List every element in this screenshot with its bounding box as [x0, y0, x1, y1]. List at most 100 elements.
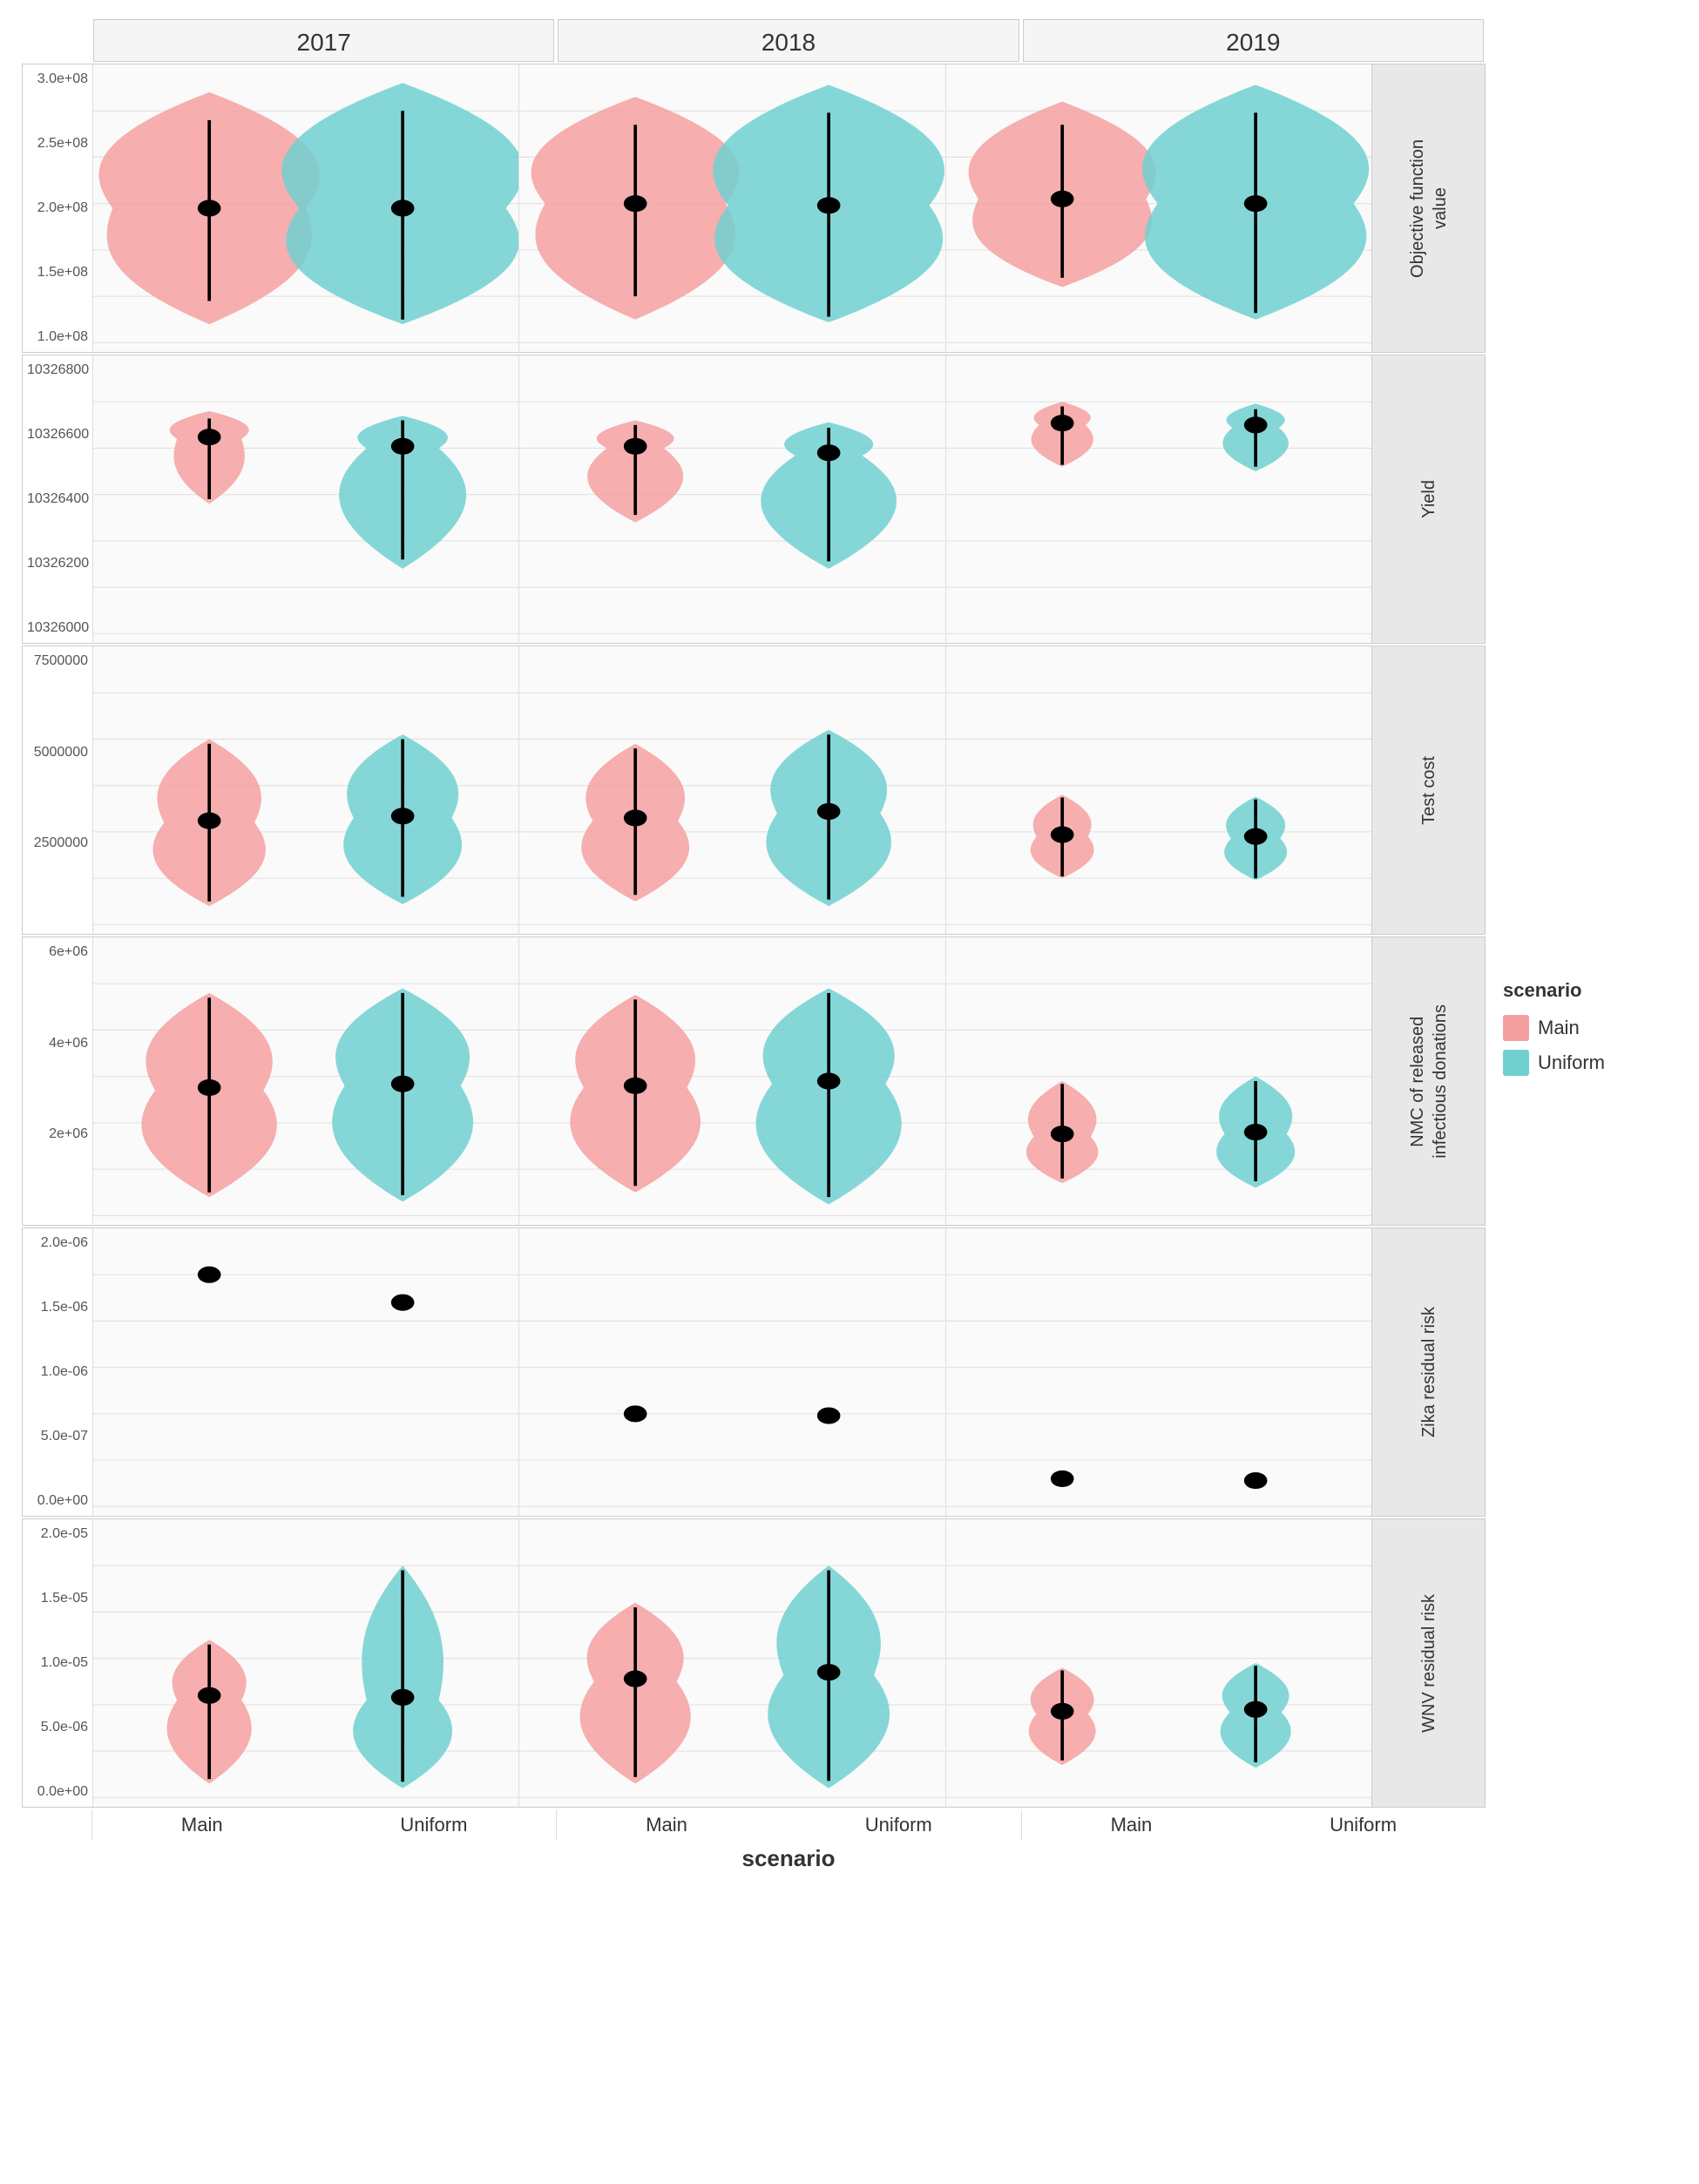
x-cell-0: MainUniform — [91, 1809, 556, 1841]
chart-row-5: 2.0e-051.5e-051.0e-055.0e-060.0e+00WNV r… — [22, 1518, 1486, 1808]
row-label-2: Test cost — [1371, 646, 1485, 934]
dot-main — [198, 199, 221, 216]
x-label: Uniform — [865, 1814, 932, 1836]
row-label-0: Objective functionvalue — [1371, 64, 1485, 352]
year-2019: 2019 — [1023, 19, 1484, 62]
legend-label-uniform: Uniform — [1538, 1051, 1605, 1074]
cells-1 — [92, 355, 1371, 643]
dot-uniform — [817, 197, 841, 213]
chart-row-2: 7500000 5000000 2500000 Test cost — [22, 646, 1486, 935]
cell-1-2 — [945, 355, 1371, 643]
legend-swatch-uniform — [1503, 1050, 1529, 1076]
cell-5-1 — [518, 1519, 944, 1807]
y-tick: 10326000 — [27, 620, 88, 636]
cell-4-0 — [92, 1228, 518, 1516]
dot-uniform — [1243, 195, 1267, 212]
dot-uniform — [817, 1072, 841, 1089]
cell-3-2 — [945, 937, 1371, 1225]
y-axis-5: 2.0e-051.5e-051.0e-055.0e-060.0e+00 — [23, 1519, 92, 1807]
cell-5-0 — [92, 1519, 518, 1807]
dot-uniform — [391, 438, 415, 455]
year-2018: 2018 — [558, 19, 1019, 62]
dot-main — [1051, 415, 1074, 431]
y-tick: 10326800 — [27, 362, 88, 378]
dot-uniform — [1243, 1472, 1267, 1489]
chart-row-3: 6e+064e+062e+06 NMC of releasedinfectious… — [22, 936, 1486, 1226]
chart-row-1: 10326800 10326600 10326400 10326200 10326000… — [22, 355, 1486, 644]
y-tick: 1.5e-05 — [27, 1591, 88, 1606]
dot-main — [624, 195, 647, 212]
legend-label-main: Main — [1538, 1017, 1580, 1039]
y-tick: 2500000 — [27, 835, 88, 851]
y-tick: 0.0e+00 — [27, 1784, 88, 1800]
legend-area: scenario Main Uniform — [1486, 192, 1677, 1872]
x-label: Uniform — [400, 1814, 467, 1836]
dot-main — [1051, 827, 1074, 843]
row-label-1: Yield — [1371, 355, 1485, 643]
cell-0-0 — [92, 64, 518, 352]
row-label-text: WNV residual risk — [1418, 1594, 1440, 1733]
dot-main — [624, 1671, 647, 1687]
y-tick: 10326200 — [27, 556, 88, 571]
dot-uniform — [817, 1407, 841, 1423]
cell-2-0 — [92, 646, 518, 934]
dot-main — [198, 1267, 221, 1283]
y-axis-0: 3.0e+082.5e+082.0e+081.5e+081.0e+08 — [23, 64, 92, 352]
cell-4-1 — [518, 1228, 944, 1516]
dot-uniform — [391, 199, 415, 216]
dot-uniform — [817, 803, 841, 820]
y-tick: 6e+06 — [27, 944, 88, 960]
row-label-3: NMC of releasedinfectious donations — [1371, 937, 1485, 1225]
dot-uniform — [1243, 416, 1267, 433]
year-2017: 2017 — [93, 19, 554, 62]
x-axis-title: scenario — [91, 1845, 1486, 1872]
y-tick: 7500000 — [27, 653, 88, 669]
cells-3 — [92, 937, 1371, 1225]
chart-row-0: 3.0e+082.5e+082.0e+081.5e+081.0e+08Objec… — [22, 64, 1486, 353]
dot-uniform — [817, 444, 841, 461]
dot-uniform — [817, 1664, 841, 1680]
row-label-text: Test cost — [1418, 756, 1440, 825]
cells-5 — [92, 1519, 1371, 1807]
y-axis-1: 10326800 10326600 10326400 10326200 10326000 — [23, 355, 92, 643]
chart-container: 2017 2018 2019 3.0e+082.5e+082.0e+081.5e… — [22, 17, 1677, 1872]
cell-3-1 — [518, 937, 944, 1225]
dot-uniform — [1243, 1701, 1267, 1718]
dot-main — [198, 429, 221, 445]
cell-2-2 — [945, 646, 1371, 934]
x-cell-1: MainUniform — [556, 1809, 1020, 1841]
y-tick: 5.0e-07 — [27, 1429, 88, 1444]
dot-main — [624, 438, 647, 455]
row-label-text: Yield — [1418, 480, 1440, 518]
cell-3-0 — [92, 937, 518, 1225]
row-label-4: Zika residual risk — [1371, 1228, 1485, 1516]
y-tick: 1.5e+08 — [27, 265, 88, 281]
legend-item-main: Main — [1503, 1015, 1660, 1041]
cell-2-1 — [518, 646, 944, 934]
y-tick: 5000000 — [27, 745, 88, 761]
y-tick: 2e+06 — [27, 1126, 88, 1142]
y-tick: 0.0e+00 — [27, 1493, 88, 1509]
cell-0-1 — [518, 64, 944, 352]
row-label-text: Objective functionvalue — [1406, 139, 1452, 278]
x-cell-2: MainUniform — [1021, 1809, 1486, 1841]
y-axis-3: 6e+064e+062e+06 — [23, 937, 92, 1225]
y-axis-4: 2.0e-061.5e-061.0e-065.0e-070.0e+00 — [23, 1228, 92, 1516]
cell-4-2 — [945, 1228, 1371, 1516]
cell-1-0 — [92, 355, 518, 643]
dot-main — [624, 1078, 647, 1094]
dot-main — [624, 1405, 647, 1422]
y-tick: 5.0e-06 — [27, 1720, 88, 1735]
row-label-text: NMC of releasedinfectious donations — [1406, 1004, 1452, 1159]
dot-uniform — [391, 1689, 415, 1706]
dot-main — [1051, 1126, 1074, 1142]
dot-main — [1051, 1471, 1074, 1487]
y-tick: 10326400 — [27, 491, 88, 507]
dot-main — [198, 1687, 221, 1704]
y-tick: 10326600 — [27, 427, 88, 443]
x-label: Uniform — [1330, 1814, 1397, 1836]
grid-rows: 3.0e+082.5e+082.0e+081.5e+081.0e+08Objec… — [22, 64, 1486, 1809]
y-tick: 2.0e+08 — [27, 200, 88, 216]
dot-uniform — [391, 1295, 415, 1311]
cell-5-2 — [945, 1519, 1371, 1807]
